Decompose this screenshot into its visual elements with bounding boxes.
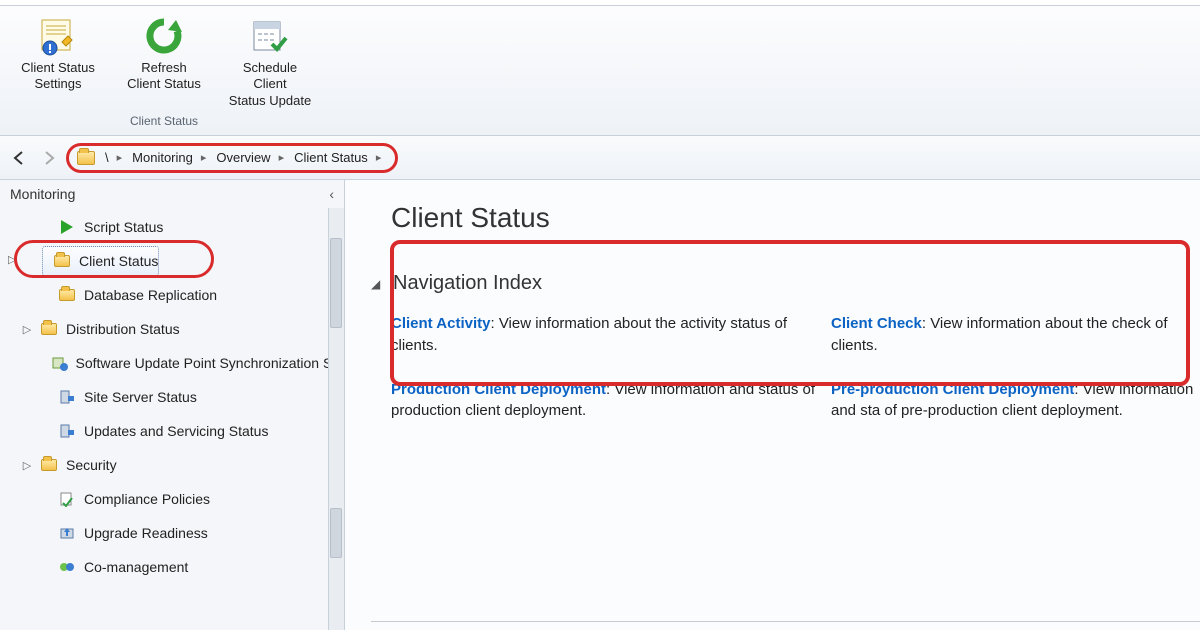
- breadcrumb-root[interactable]: \▸: [105, 150, 122, 165]
- upgrade-icon: [58, 525, 76, 541]
- schedule-icon: [246, 12, 294, 60]
- ribbon-group-label: Client Status: [130, 114, 198, 132]
- breadcrumb[interactable]: \▸ Monitoring▸ Overview▸ Client Status▸: [66, 143, 398, 173]
- tree-node-label: Client Status: [79, 253, 158, 269]
- tree-node-label: Updates and Servicing Status: [84, 423, 268, 439]
- button-label: Client Status: [127, 76, 201, 92]
- tree-node-client-status-wrap: Client Status ▷: [0, 244, 344, 278]
- tree-node-script-status[interactable]: Script Status: [0, 210, 344, 244]
- back-button[interactable]: [6, 145, 32, 171]
- expand-icon[interactable]: ▷: [22, 459, 32, 472]
- folder-icon: [40, 457, 58, 473]
- server-icon: [58, 389, 76, 405]
- tree-node-compliance-policies[interactable]: Compliance Policies: [0, 482, 344, 516]
- folder-icon: [58, 287, 76, 303]
- tree-scrollbar[interactable]: [328, 208, 344, 630]
- link-client-check[interactable]: Client Check: [831, 315, 930, 332]
- tree-node-label: Distribution Status: [66, 321, 180, 337]
- tree-node-updates-servicing[interactable]: Updates and Servicing Status: [0, 414, 344, 448]
- tree-title: Monitoring: [10, 186, 75, 202]
- client-status-settings-button[interactable]: Client Status Settings: [14, 12, 102, 109]
- tree-node-label: Compliance Policies: [84, 491, 210, 507]
- tree-node-label: Database Replication: [84, 287, 217, 303]
- breadcrumb-monitoring[interactable]: Monitoring▸: [132, 150, 206, 165]
- tree-node-security[interactable]: ▷ Security: [0, 448, 344, 482]
- folder-icon: [77, 151, 95, 165]
- folder-icon: [40, 321, 58, 337]
- folder-icon: [53, 253, 71, 269]
- scrollbar-thumb[interactable]: [330, 508, 342, 558]
- tree-node-label: Security: [66, 457, 117, 473]
- tree-node-upgrade-readiness[interactable]: Upgrade Readiness: [0, 516, 344, 550]
- breadcrumb-client-status[interactable]: Client Status▸: [294, 150, 381, 165]
- link-preproduction-deployment[interactable]: Pre-production Client Deployment: [831, 381, 1083, 398]
- expand-icon[interactable]: ▷: [22, 323, 32, 336]
- tree-node-label: Upgrade Readiness: [84, 525, 208, 541]
- tree-node-site-server-status[interactable]: Site Server Status: [0, 380, 344, 414]
- divider: [371, 621, 1200, 622]
- section-header-navigation-index: ◢ Navigation Index: [391, 272, 1200, 295]
- expand-icon[interactable]: ▷: [8, 253, 16, 266]
- button-label: Status Update: [229, 93, 311, 109]
- refresh-client-status-button[interactable]: Refresh Client Status: [120, 12, 208, 109]
- breadcrumb-overview[interactable]: Overview▸: [216, 150, 284, 165]
- tree-node-label: Co-management: [84, 559, 188, 575]
- nav-item-client-activity[interactable]: Client ActivityView information about th…: [391, 313, 821, 357]
- tree-scroll[interactable]: Script Status Client Status ▷ Database R…: [0, 208, 344, 630]
- tree-node-database-replication[interactable]: Database Replication: [0, 278, 344, 312]
- workspace: Monitoring ‹ Script Status Client Status…: [0, 180, 1200, 630]
- button-label: Refresh: [141, 60, 187, 76]
- refresh-icon: [140, 12, 188, 60]
- link-client-activity[interactable]: Client Activity: [391, 315, 499, 332]
- section-title: Navigation Index: [393, 272, 542, 295]
- tree-node-software-update-sync[interactable]: Software Update Point Synchronization St…: [0, 346, 344, 380]
- settings-icon: [34, 12, 82, 60]
- play-icon: [58, 219, 76, 235]
- button-label: Settings: [35, 76, 82, 92]
- link-production-deployment[interactable]: Production Client Deployment: [391, 381, 614, 398]
- content-pane: Client Status ◢ Navigation Index Client …: [345, 180, 1200, 630]
- collapse-section-button[interactable]: ◢: [371, 277, 385, 291]
- button-label: Client Status: [21, 60, 95, 76]
- schedule-client-status-update-button[interactable]: Schedule Client Status Update: [226, 12, 314, 109]
- tree-node-label: Script Status: [84, 219, 163, 235]
- navigation-index-grid: Client ActivityView information about th…: [391, 313, 1200, 422]
- navigation-bar: \▸ Monitoring▸ Overview▸ Client Status▸: [0, 136, 1200, 180]
- comanage-icon: [58, 559, 76, 575]
- tree-node-distribution-status[interactable]: ▷ Distribution Status: [0, 312, 344, 346]
- server-icon: [58, 423, 76, 439]
- button-label: Schedule Client: [226, 60, 314, 93]
- ribbon: Client Status Settings Refresh Client St…: [0, 0, 1200, 136]
- tree-node-co-management[interactable]: Co-management: [0, 550, 344, 584]
- nav-item-client-check[interactable]: Client CheckView information about the c…: [831, 313, 1196, 357]
- tree-node-client-status[interactable]: Client Status: [42, 246, 159, 276]
- scrollbar-thumb[interactable]: [330, 238, 342, 328]
- nav-item-preproduction-deployment[interactable]: Pre-production Client DeploymentView inf…: [831, 379, 1196, 423]
- sync-icon: [52, 355, 68, 371]
- navigation-tree-pane: Monitoring ‹ Script Status Client Status…: [0, 180, 345, 630]
- collapse-tree-button[interactable]: ‹: [329, 186, 334, 202]
- nav-item-production-deployment[interactable]: Production Client DeploymentView informa…: [391, 379, 821, 423]
- ribbon-group-client-status: Client Status Settings Refresh Client St…: [0, 6, 328, 134]
- tree-node-label: Site Server Status: [84, 389, 197, 405]
- forward-button[interactable]: [36, 145, 62, 171]
- tree-node-label: Software Update Point Synchronization St…: [76, 355, 345, 371]
- compliance-icon: [58, 491, 76, 507]
- page-title: Client Status: [391, 202, 1200, 234]
- tree-header: Monitoring ‹: [0, 180, 344, 208]
